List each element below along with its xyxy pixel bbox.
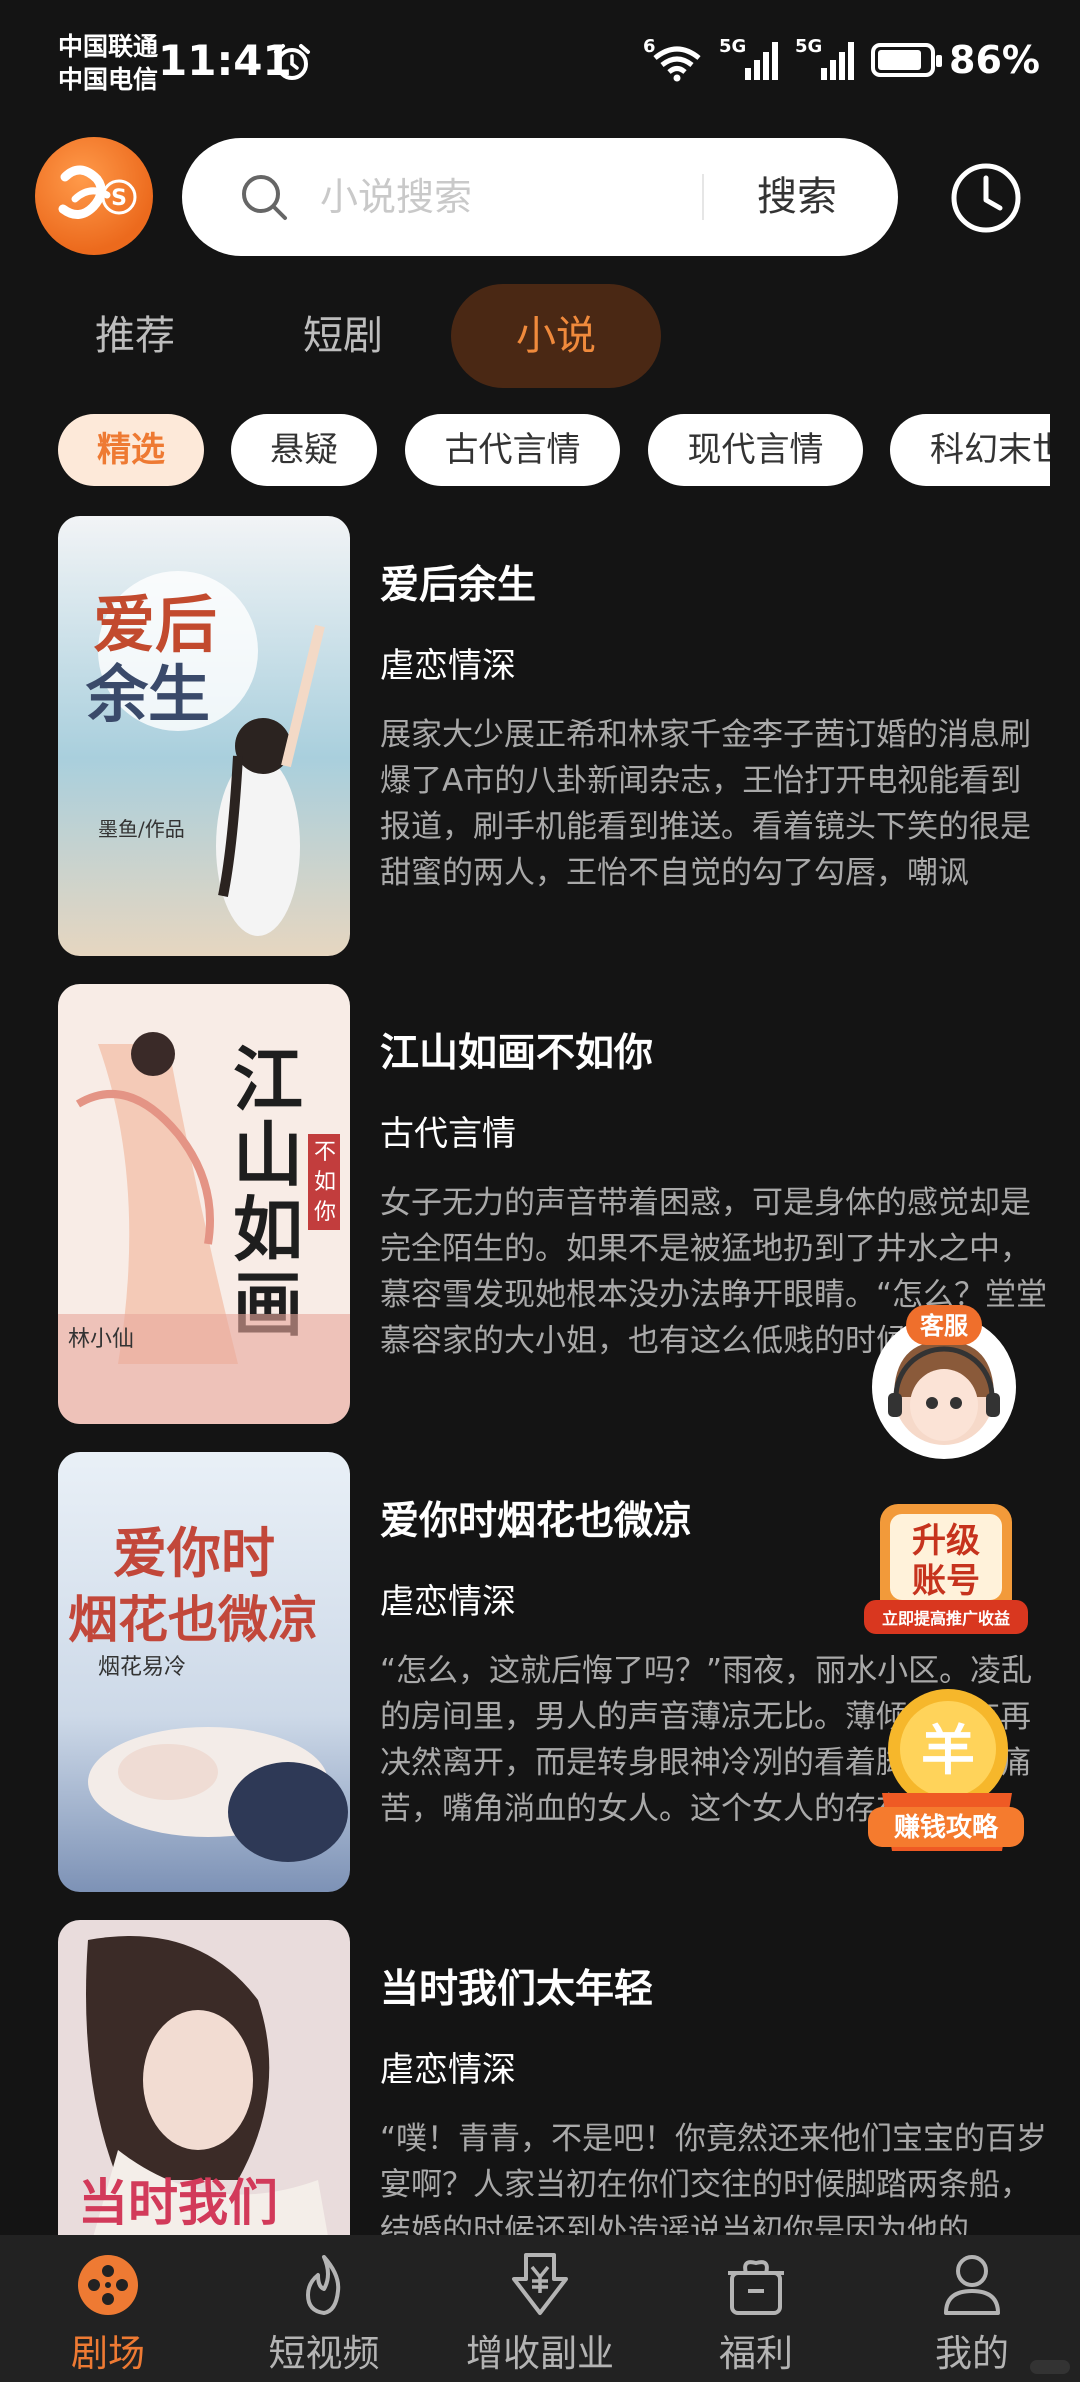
cover-title: 当时我们 [78, 2173, 278, 2232]
nav-label: 剧场 [71, 2332, 145, 2375]
cover-author: 墨鱼/作品 [98, 817, 185, 841]
book-title[interactable]: 当时我们太年轻 [380, 1958, 653, 2014]
book-cover[interactable]: 江 山 如 画 不 如 你 林小仙 [58, 984, 350, 1424]
clock-icon[interactable] [948, 160, 1024, 236]
book-description: 展家大少展正希和林家千金李子茜订婚的消息刷爆了A市的八卦新闻杂志，王怡打开电视能… [380, 717, 1031, 891]
chip-ancient-romance[interactable]: 古代言情 [405, 414, 620, 486]
earn-money-guide-button[interactable]: 羊 赚钱攻略 [862, 1685, 1030, 1855]
chip-suspense[interactable]: 悬疑 [231, 414, 377, 486]
earn-symbol: 羊 [921, 1719, 975, 1782]
search-input[interactable] [320, 164, 680, 230]
chip-featured[interactable]: 精选 [58, 414, 204, 486]
film-reel-icon [78, 2255, 138, 2315]
logo-letter: S [111, 186, 127, 211]
book-title[interactable]: 爱你时烟花也微凉 [380, 1490, 692, 1546]
category-chips: 精选 悬疑 古代言情 现代言情 科幻末世 [0, 414, 1050, 490]
nav-side-income[interactable]: 增收副业 [432, 2235, 648, 2382]
earn-label: 赚钱攻略 [894, 1812, 999, 1843]
cover-author: 林小仙 [68, 1327, 134, 1352]
tab-novel[interactable]: 小说 [451, 284, 661, 388]
carrier-1: 中国联通 [58, 32, 159, 61]
cover-title-line2: 余生 [85, 658, 210, 731]
nav-label: 增收副业 [466, 2332, 614, 2375]
search-icon [242, 175, 287, 220]
search-divider [702, 174, 704, 220]
book-genre: 虐恋情深 [380, 1582, 516, 1622]
person-icon [944, 2255, 1000, 2315]
flame-icon [306, 2255, 341, 2315]
cover-subtitle-2: 如 [314, 1170, 336, 1195]
service-label: 客服 [920, 1312, 969, 1340]
cover-title-char2: 山 [233, 1113, 303, 1196]
home-indicator[interactable] [1030, 2360, 1070, 2374]
search-bar[interactable]: 搜索 [182, 138, 898, 256]
nav-label: 福利 [719, 2332, 793, 2375]
main-tabs: 推荐 短剧 小说 [0, 284, 1080, 388]
signal-2-tag: 5G [795, 36, 823, 57]
upgrade-line1: 升级 [912, 1521, 980, 1561]
chip-scifi[interactable]: 科幻末世 [890, 414, 1050, 486]
book-title[interactable]: 江山如画不如你 [380, 1022, 653, 1078]
carrier-2: 中国电信 [58, 65, 159, 94]
cover-subtitle-1: 不 [314, 1140, 336, 1165]
cover-title-line1: 爱你时 [113, 1521, 275, 1585]
nav-theater[interactable]: 剧场 [0, 2235, 216, 2382]
book-item[interactable]: 爱后 余生 墨鱼/作品 爱后余生 虐恋情深 展家大少展正希和林家千金李子茜订婚的… [0, 516, 1080, 956]
wifi-icon: 6 [643, 36, 705, 82]
cover-title-line1: 爱后 [93, 588, 217, 661]
cover-subtitle-3: 你 [314, 1200, 336, 1225]
carrier-names: 中国联通 中国电信 [58, 30, 158, 96]
cover-title-line2: 烟花也微凉 [68, 1590, 318, 1649]
chip-modern-romance[interactable]: 现代言情 [648, 414, 863, 486]
battery-icon [871, 43, 943, 77]
wifi-tag: 6 [643, 36, 656, 57]
battery-percent: 86% [949, 38, 1040, 82]
nav-label: 短视频 [268, 2332, 380, 2375]
nav-welfare[interactable]: 福利 [648, 2235, 864, 2382]
book-genre: 虐恋情深 [380, 646, 516, 686]
book-genre: 古代言情 [380, 1114, 516, 1154]
cover-author: 烟花易冷 [98, 1655, 186, 1680]
yen-download-icon [512, 2253, 568, 2315]
battery-fill [878, 50, 922, 70]
customer-service-button[interactable]: 客服 [866, 1305, 1022, 1461]
status-bar: 中国联通 中国电信 11:41 6 5G 5G 86% [0, 0, 1080, 125]
cover-title-char3: 如 [233, 1188, 303, 1271]
tab-recommend[interactable]: 推荐 [70, 284, 200, 388]
signal-1-tag: 5G [719, 36, 747, 57]
upgrade-line2: 账号 [912, 1561, 980, 1601]
upgrade-account-button[interactable]: 升级 账号 立即提高推广收益 [862, 1500, 1030, 1650]
bottom-nav: 剧场 短视频 增收副业 福利 我的 [0, 2235, 1080, 2382]
book-cover[interactable]: 爱后 余生 墨鱼/作品 [58, 516, 350, 956]
cover-title-char1: 江 [233, 1038, 303, 1121]
search-button[interactable]: 搜索 [727, 164, 867, 230]
book-genre: 虐恋情深 [380, 2050, 516, 2090]
nav-short-video[interactable]: 短视频 [216, 2235, 432, 2382]
signal-icon-2: 5G [795, 36, 857, 82]
gift-box-icon [728, 2260, 784, 2315]
alarm-icon [274, 44, 310, 80]
signal-icon-1: 5G [719, 36, 781, 82]
book-cover[interactable]: 爱你时 烟花也微凉 烟花易冷 [58, 1452, 350, 1892]
app-logo[interactable]: S [35, 137, 153, 255]
upgrade-subtitle: 立即提高推广收益 [882, 1609, 1010, 1628]
book-title[interactable]: 爱后余生 [380, 554, 536, 610]
tab-short-drama[interactable]: 短剧 [278, 284, 408, 388]
